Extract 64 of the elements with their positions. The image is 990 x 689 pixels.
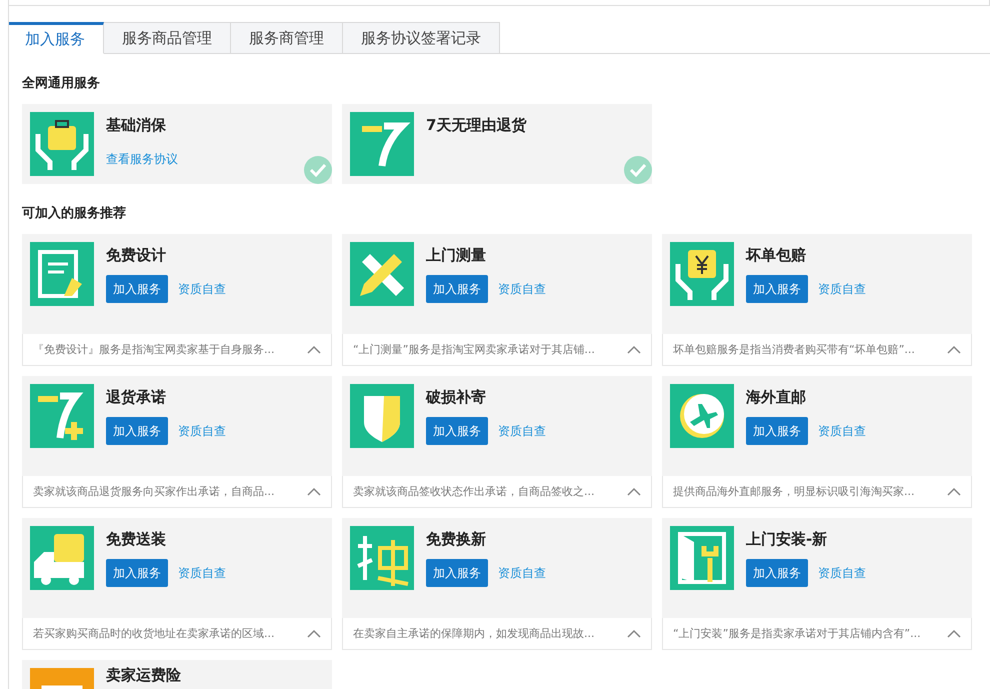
service-description: 『免费设计』服务是指淘宝网卖家基于自身服务... <box>33 342 274 357</box>
door-wrench-icon <box>670 526 734 590</box>
chevron-up-icon[interactable] <box>627 344 641 354</box>
chevron-up-icon[interactable] <box>947 486 961 496</box>
join-service-button[interactable]: 加入服务 <box>746 559 808 587</box>
ruler-pencil-icon <box>350 242 414 306</box>
join-service-button[interactable]: 加入服务 <box>426 559 488 587</box>
agreement-link[interactable]: 查看服务协议 <box>106 151 178 168</box>
qualification-check-link[interactable]: 资质自查 <box>818 422 866 440</box>
service-name: 免费换新 <box>426 530 487 549</box>
service-description: 若买家购买商品时的收货地址在卖家承诺的区域... <box>33 626 274 641</box>
service-name: 基础消保 <box>106 116 167 135</box>
chevron-up-icon[interactable] <box>627 628 641 638</box>
service-name: 破损补寄 <box>426 388 487 407</box>
qualification-check-link[interactable]: 资质自查 <box>178 564 226 582</box>
service-name: 退货承诺 <box>106 388 167 407</box>
qualification-check-link[interactable]: 资质自查 <box>818 564 866 582</box>
service-name: 免费送装 <box>106 530 167 549</box>
character-icon <box>350 526 414 590</box>
service-name: 坏单包赔 <box>746 246 807 265</box>
join-service-button[interactable]: 加入服务 <box>426 417 488 445</box>
chevron-up-icon[interactable] <box>627 486 641 496</box>
qualification-check-link[interactable]: 资质自查 <box>178 422 226 440</box>
seven-plus-icon <box>30 384 94 448</box>
join-service-button[interactable]: 加入服务 <box>106 417 168 445</box>
chevron-up-icon[interactable] <box>307 628 321 638</box>
join-service-button[interactable]: 加入服务 <box>106 559 168 587</box>
service-description: 卖家就该商品签收状态作出承诺，自商品签收之... <box>353 484 594 499</box>
section-title: 可加入的服务推荐 <box>22 204 127 222</box>
tab[interactable]: 加入服务 <box>9 22 104 54</box>
qualification-check-link[interactable]: 资质自查 <box>498 564 546 582</box>
service-description: “上门安装”服务是指卖家承诺对于其店铺内含有”... <box>673 626 921 641</box>
join-service-button[interactable]: 加入服务 <box>746 275 808 303</box>
join-service-button[interactable]: 加入服务 <box>106 275 168 303</box>
hands-bag-icon <box>30 112 94 176</box>
service-description: 在卖家自主承诺的保障期内，如发现商品出现故... <box>353 626 594 641</box>
tab[interactable]: 服务协议签署记录 <box>343 22 500 54</box>
section-title: 全网通用服务 <box>22 75 101 92</box>
tab[interactable]: 服务商品管理 <box>104 22 231 54</box>
qualification-check-link[interactable]: 资质自查 <box>818 280 866 298</box>
service-description: 提供商品海外直邮服务，明显标识吸引海淘买家... <box>673 484 914 499</box>
service-name: 7天无理由退货 <box>426 116 526 135</box>
service-name: 上门安装-新 <box>746 530 828 549</box>
service-description: “上门测量”服务是指淘宝网卖家承诺对于其店铺... <box>353 342 595 357</box>
join-service-button[interactable]: 加入服务 <box>426 275 488 303</box>
document-pen-icon <box>30 242 94 306</box>
qualification-check-link[interactable]: 资质自查 <box>498 280 546 298</box>
chevron-up-icon[interactable] <box>947 628 961 638</box>
qualification-check-link[interactable]: 资质自查 <box>498 422 546 440</box>
service-name: 上门测量 <box>426 246 487 265</box>
chevron-up-icon[interactable] <box>307 486 321 496</box>
chevron-up-icon[interactable] <box>307 344 321 354</box>
service-name: 卖家运费险 <box>106 668 181 683</box>
join-service-button[interactable]: 加入服务 <box>746 417 808 445</box>
seven-icon <box>350 112 414 176</box>
service-description: 卖家就该商品退货服务向买家作出承诺，自商品... <box>33 484 274 499</box>
chevron-up-icon[interactable] <box>947 344 961 354</box>
service-name: 免费设计 <box>106 246 167 265</box>
hands-coin-icon <box>670 242 734 306</box>
qualification-check-link[interactable]: 资质自查 <box>178 280 226 298</box>
service-description: 坏单包赔服务是指当消费者购买带有“坏单包赔”... <box>673 342 915 357</box>
tab[interactable]: 服务商管理 <box>231 22 343 54</box>
service-name: 海外直邮 <box>746 388 807 407</box>
airplane-icon <box>670 384 734 448</box>
